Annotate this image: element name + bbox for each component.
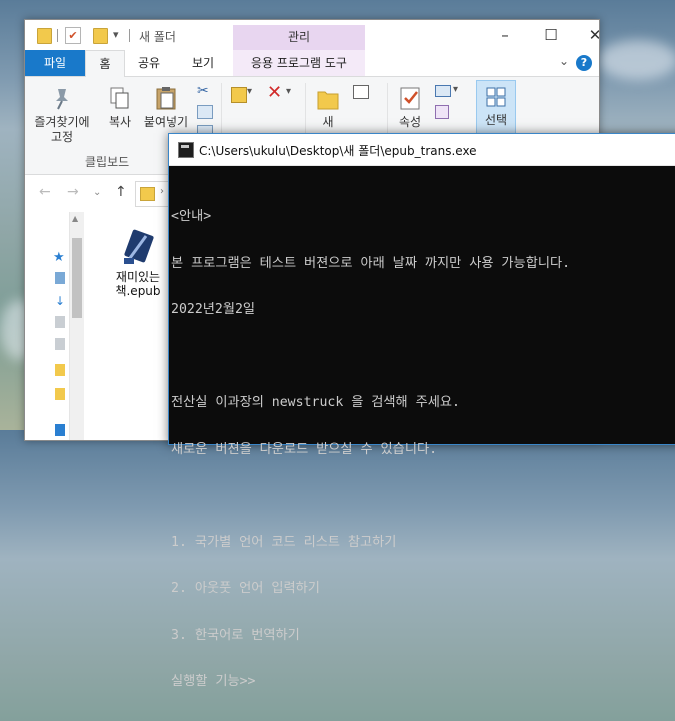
breadcrumb-chevron-icon[interactable]: › xyxy=(160,186,164,197)
paste-label: 붙여넣기 xyxy=(143,115,189,129)
epub-file-icon xyxy=(120,228,156,266)
new-item-icon[interactable] xyxy=(353,85,369,99)
tab-file[interactable]: 파일 xyxy=(25,50,85,76)
quick-access-star-icon[interactable]: ★ xyxy=(53,250,65,265)
up-arrow-icon[interactable]: ↑ xyxy=(115,184,127,200)
clipboard-group-label: 클립보드 xyxy=(85,155,130,169)
properties-button[interactable]: 속성 xyxy=(393,81,427,130)
ribbon-tabs: 파일 홈 공유 보기 응용 프로그램 도구 ⌄ ? xyxy=(25,50,599,78)
console-line: <안내> xyxy=(171,209,212,224)
pin-label-line1: 즐겨찾기에 xyxy=(34,115,90,129)
back-arrow-icon[interactable]: ← xyxy=(39,184,51,200)
downloads-nav-icon[interactable]: ↓ xyxy=(55,294,65,307)
console-line: 1. 국가별 언어 코드 리스트 참고하기 xyxy=(171,534,397,550)
pin-to-quick-access-button[interactable]: 즐겨찾기에 고정 xyxy=(31,81,93,145)
minimize-button[interactable]: – xyxy=(483,23,527,47)
file-name-line2: 책.epub xyxy=(115,284,161,298)
console-window: C:\Users\ukulu\Desktop\새 폴더\epub_trans.e… xyxy=(168,133,675,689)
ribbon-collapse-chevron-icon[interactable]: ⌄ xyxy=(559,54,569,68)
edit-icon[interactable] xyxy=(435,105,449,119)
select-grid-icon xyxy=(486,87,506,107)
folder-icon xyxy=(37,28,52,44)
copy-button[interactable]: 복사 xyxy=(103,81,137,130)
copy-label: 복사 xyxy=(108,115,132,129)
desktop-nav-icon[interactable] xyxy=(55,272,65,284)
nav-scrollbar[interactable]: ▲ xyxy=(69,212,84,440)
copy-icon xyxy=(107,85,133,111)
paste-icon xyxy=(153,85,179,111)
cloud-decoration xyxy=(598,40,675,80)
open-icon[interactable] xyxy=(435,85,451,97)
delete-icon[interactable]: ✕ xyxy=(267,82,282,103)
documents-nav-icon[interactable] xyxy=(55,316,65,328)
folder-nav-icon[interactable] xyxy=(55,388,65,400)
maximize-button[interactable]: ☐ xyxy=(529,23,573,47)
divider xyxy=(129,29,130,42)
console-line: 본 프로그램은 테스트 버젼으로 아래 날짜 까지만 사용 가능합니다. xyxy=(171,255,571,271)
properties-check-icon[interactable]: ✔ xyxy=(65,27,81,44)
folder-nav-icon[interactable] xyxy=(55,364,65,376)
close-button[interactable]: ✕ xyxy=(573,23,599,47)
select-label: 선택 xyxy=(484,113,508,127)
tab-manage[interactable]: 관리 xyxy=(233,25,365,50)
new-folder-icon xyxy=(315,85,341,111)
explorer-titlebar[interactable]: ✔ ▾ 새 폴더 관리 – ☐ ✕ xyxy=(25,20,599,50)
console-line: 2022년2월2일 xyxy=(171,302,256,317)
tab-home[interactable]: 홈 xyxy=(85,50,125,78)
console-line: 전산실 이과장의 newstruck 을 검색해 주세요. xyxy=(171,395,460,410)
divider xyxy=(57,29,58,42)
console-line: 3. 한국어로 번역하기 xyxy=(171,627,300,643)
recent-locations-chevron-icon[interactable]: ⌄ xyxy=(93,187,101,198)
scroll-up-icon[interactable]: ▲ xyxy=(72,214,78,223)
move-to-dropdown-icon[interactable]: ▾ xyxy=(247,86,252,97)
properties-label: 속성 xyxy=(398,115,422,129)
cut-icon[interactable]: ✂ xyxy=(197,83,209,99)
quick-access-dropdown-icon[interactable]: ▾ xyxy=(113,28,119,41)
paste-button[interactable]: 붙여넣기 xyxy=(141,81,191,130)
copy-path-icon[interactable] xyxy=(197,105,213,119)
console-titlebar[interactable]: C:\Users\ukulu\Desktop\새 폴더\epub_trans.e… xyxy=(169,134,675,166)
window-title: 새 폴더 xyxy=(139,30,176,44)
new-folder-button[interactable]: 새 xyxy=(309,81,347,130)
pictures-nav-icon[interactable] xyxy=(55,338,65,350)
help-icon[interactable]: ? xyxy=(576,55,592,71)
pin-label-line2: 고정 xyxy=(50,130,74,144)
properties-icon xyxy=(397,85,423,111)
console-line: 2. 아웃풋 언어 입력하기 xyxy=(171,581,320,596)
file-item-epub[interactable]: 재미있는 책.epub xyxy=(108,228,168,298)
console-app-icon xyxy=(178,142,194,158)
console-prompt-line[interactable]: 실행할 기능>> xyxy=(171,674,675,690)
file-name-line1: 재미있는 xyxy=(115,270,161,284)
console-title: C:\Users\ukulu\Desktop\새 폴더\epub_trans.e… xyxy=(199,144,477,158)
navigation-pane: ★ ↓ ▲ xyxy=(25,212,85,440)
tab-app-tools[interactable]: 응용 프로그램 도구 xyxy=(233,50,365,76)
move-to-icon[interactable] xyxy=(231,87,247,103)
onedrive-nav-icon[interactable] xyxy=(55,424,65,436)
delete-dropdown-icon[interactable]: ▾ xyxy=(286,86,291,97)
forward-arrow-icon[interactable]: → xyxy=(67,184,79,200)
folder-icon xyxy=(140,187,155,201)
open-dropdown-icon[interactable]: ▾ xyxy=(453,84,458,95)
new-folder-quick-icon[interactable] xyxy=(93,28,108,44)
tab-view[interactable]: 보기 xyxy=(181,50,225,76)
console-output[interactable]: <안내> 본 프로그램은 테스트 버젼으로 아래 날짜 까지만 사용 가능합니다… xyxy=(171,178,675,721)
new-folder-label: 새 xyxy=(322,115,334,129)
console-line: 새로운 버젼을 다운로드 받으실 수 있습니다. xyxy=(171,441,438,457)
scrollbar-thumb[interactable] xyxy=(72,238,82,318)
tab-share[interactable]: 공유 xyxy=(127,50,171,76)
pin-icon xyxy=(49,85,75,111)
